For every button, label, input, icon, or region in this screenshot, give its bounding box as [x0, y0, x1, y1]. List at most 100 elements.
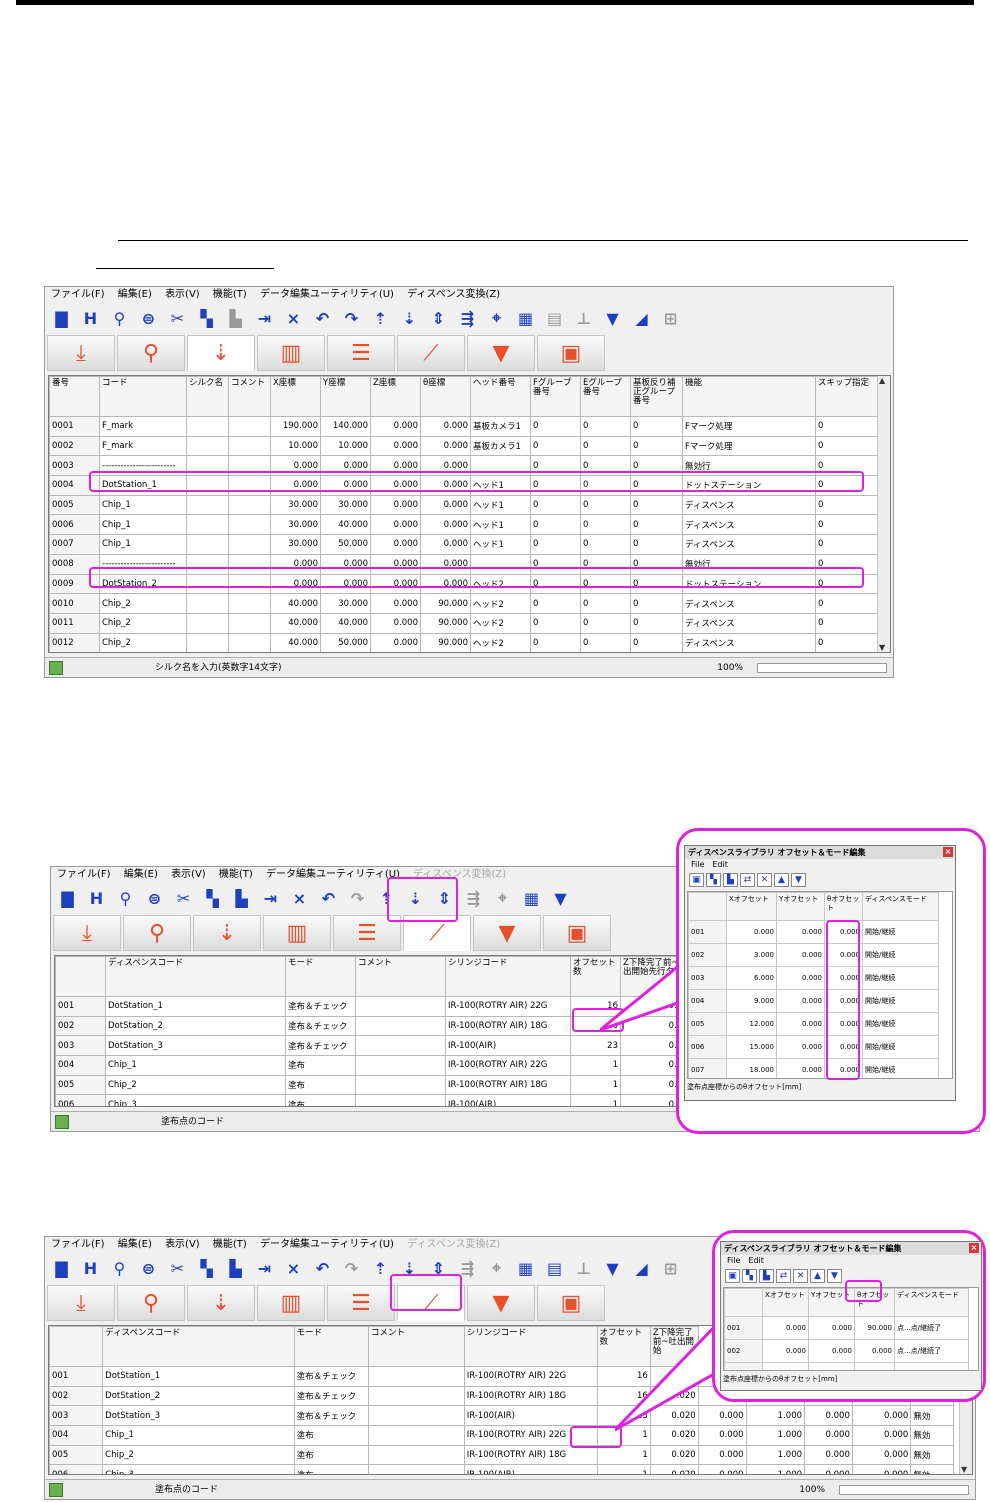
table-cell[interactable]: 0.000 [776, 966, 825, 990]
table-cell[interactable]: DotStation_2 [105, 1015, 286, 1037]
table-cell[interactable]: IR-100(AIR) [445, 1094, 571, 1106]
table-cell[interactable]: 0.000 [370, 593, 421, 614]
table-cell[interactable] [186, 435, 229, 457]
column-header[interactable]: スキップ指定 [815, 376, 880, 417]
vertical-scrollbar[interactable] [877, 376, 890, 652]
copy-icon[interactable]: ▚ [742, 1269, 757, 1283]
column-header[interactable]: コメント [355, 956, 446, 997]
board-tab-icon[interactable]: ▥ [257, 1285, 325, 1321]
table-cell[interactable]: 0 [580, 494, 631, 516]
table-cell[interactable]: Fマーク処理 [682, 416, 816, 437]
menu-file[interactable]: File [691, 860, 704, 869]
close-icon[interactable]: × [943, 847, 953, 857]
table-row[interactable]: 001 0.000 0.000 0.000 開始/継続 [688, 920, 939, 944]
table-cell[interactable]: DotStation_1 [102, 1366, 295, 1387]
table-cell[interactable]: 0.000 [851, 1464, 912, 1474]
row-number[interactable]: 002 [49, 1385, 104, 1407]
table-row[interactable]: 006 15.000 0.000 0.000 開始/継続 [688, 1035, 939, 1059]
table-cell[interactable]: 0.000 [370, 514, 421, 536]
table-cell[interactable]: 0 [530, 534, 581, 555]
table-cell[interactable]: 1.000 [745, 1444, 806, 1466]
table-cell[interactable] [228, 514, 271, 536]
menu-file[interactable]: ファイル(F) [51, 289, 105, 300]
zoom-slider[interactable] [757, 663, 887, 673]
table-cell[interactable]: DotStation_3 [105, 1035, 286, 1057]
table-cell[interactable]: 0 [530, 593, 581, 614]
table-cell[interactable] [228, 612, 271, 634]
row-number[interactable]: 005 [55, 1074, 106, 1096]
insert-row-icon[interactable]: ⇥ [256, 886, 285, 910]
table-cell[interactable]: 140.000 [320, 416, 371, 437]
column-header[interactable]: シリンジコード [445, 956, 571, 997]
redo-icon[interactable]: ↷ [343, 886, 372, 910]
table-cell[interactable]: F_mark [99, 435, 187, 457]
row-number[interactable]: 0012 [49, 632, 100, 652]
table-cell[interactable]: 0 [815, 593, 880, 614]
table-cell[interactable] [355, 1074, 446, 1096]
sort-icon[interactable]: ⇕ [424, 306, 453, 330]
search-icon[interactable]: ⚲ [111, 886, 140, 910]
table-cell[interactable]: 0.000 [420, 416, 471, 437]
column-header[interactable]: θオフセット [824, 892, 863, 921]
table-cell[interactable]: IR-100(ROTRY AIR) 18G [463, 1385, 598, 1407]
column-header[interactable]: モード [293, 1326, 370, 1367]
table-cell[interactable] [355, 1035, 446, 1057]
table-cell[interactable]: Chip_2 [99, 612, 187, 634]
table-cell[interactable]: Chip_1 [102, 1425, 295, 1446]
table-cell[interactable]: Chip_3 [105, 1094, 286, 1106]
crosshair-icon[interactable]: ⌖ [482, 1256, 511, 1280]
table-cell[interactable]: IR-100(ROTRY AIR) 18G [463, 1444, 598, 1466]
menu-file[interactable]: ファイル(F) [57, 869, 111, 880]
column-header[interactable]: シルク名 [186, 376, 229, 417]
edit-icon[interactable]: ◢ [627, 306, 656, 330]
save-icon[interactable]: H [76, 306, 105, 330]
table-cell[interactable]: 塗布＆チェック [293, 1405, 370, 1427]
table-cell[interactable]: 塗布 [293, 1444, 370, 1466]
table-cell[interactable]: 1 [570, 1094, 621, 1106]
column-header[interactable]: ディスペンスモード [862, 892, 939, 921]
table-cell[interactable]: 0.000 [808, 1316, 855, 1340]
delete-icon[interactable]: ✕ [793, 1269, 808, 1283]
table-row[interactable]: 007 18.000 0.000 0.000 開始/継続 [688, 1058, 939, 1078]
menu-dispense[interactable]: ディスペンス変換(Z) [407, 1239, 500, 1250]
table-cell[interactable]: 0 [815, 632, 880, 652]
table-row[interactable]: 0007 Chip_1 30.000 50.000 0.000 0.000 ヘッド1 0 0 0 デ… [49, 534, 880, 555]
table-cell[interactable]: 点...点/継続了 [894, 1316, 969, 1340]
table-cell[interactable]: 塗布 [293, 1464, 370, 1474]
table-cell[interactable]: 0.020 [649, 1464, 699, 1474]
table-cell[interactable]: 1 [570, 1074, 621, 1096]
copy-icon[interactable]: ▚ [198, 886, 227, 910]
grid-icon[interactable]: ▦ [511, 306, 540, 330]
table-cell[interactable]: ディスペンス [682, 593, 816, 614]
row-number[interactable]: 006 [49, 1464, 104, 1474]
table-row[interactable]: 0002 F_mark 10.000 10.000 0.000 0.000 基板カメラ1 0 0… [49, 435, 880, 457]
table-cell[interactable]: 0 [815, 494, 880, 516]
board-tab-icon[interactable]: ▥ [257, 335, 325, 371]
mount-tab-icon[interactable]: ⇣ [187, 335, 255, 371]
column-header[interactable] [688, 892, 727, 921]
fiducial-tab-icon[interactable]: ⤓ [47, 1285, 115, 1321]
insert-row-icon[interactable]: ⇥ [250, 306, 279, 330]
table-cell[interactable]: 0 [630, 534, 683, 555]
table-cell[interactable]: 塗布 [285, 1074, 356, 1096]
table-cell[interactable]: 基板カメラ1 [470, 416, 531, 437]
table-row[interactable]: 002 3.000 0.000 0.000 開始/継続 [688, 943, 939, 967]
grid-icon[interactable]: ▦ [517, 886, 546, 910]
table-cell[interactable]: IR-100(ROTRY AIR) 22G [445, 1055, 571, 1076]
table-cell[interactable]: 0 [580, 416, 631, 437]
row-number[interactable]: 0007 [49, 534, 100, 555]
table-cell[interactable]: 開始/継続 [862, 1012, 939, 1036]
table-cell[interactable]: 40.000 [270, 593, 321, 614]
paste-icon[interactable]: ▙ [221, 1256, 250, 1280]
column-header[interactable]: シリンジコード [463, 1326, 598, 1367]
row-number[interactable]: 003 [49, 1405, 104, 1427]
table-cell[interactable] [368, 1444, 465, 1466]
table-cell[interactable]: IR-100(ROTRY AIR) 22G [463, 1366, 598, 1387]
table-row[interactable]: 006Chip_3塗布IR-100(AIR)10.0200.0001.0000.… [49, 1464, 954, 1474]
menu-edit[interactable]: Edit [712, 860, 728, 869]
table-cell[interactable]: 0.000 [808, 1339, 855, 1363]
column-header[interactable] [49, 1326, 104, 1367]
table-cell[interactable]: ヘッド1 [470, 534, 531, 555]
table-cell[interactable]: 90.000 [420, 593, 471, 614]
delete-row-icon[interactable]: × [279, 306, 308, 330]
